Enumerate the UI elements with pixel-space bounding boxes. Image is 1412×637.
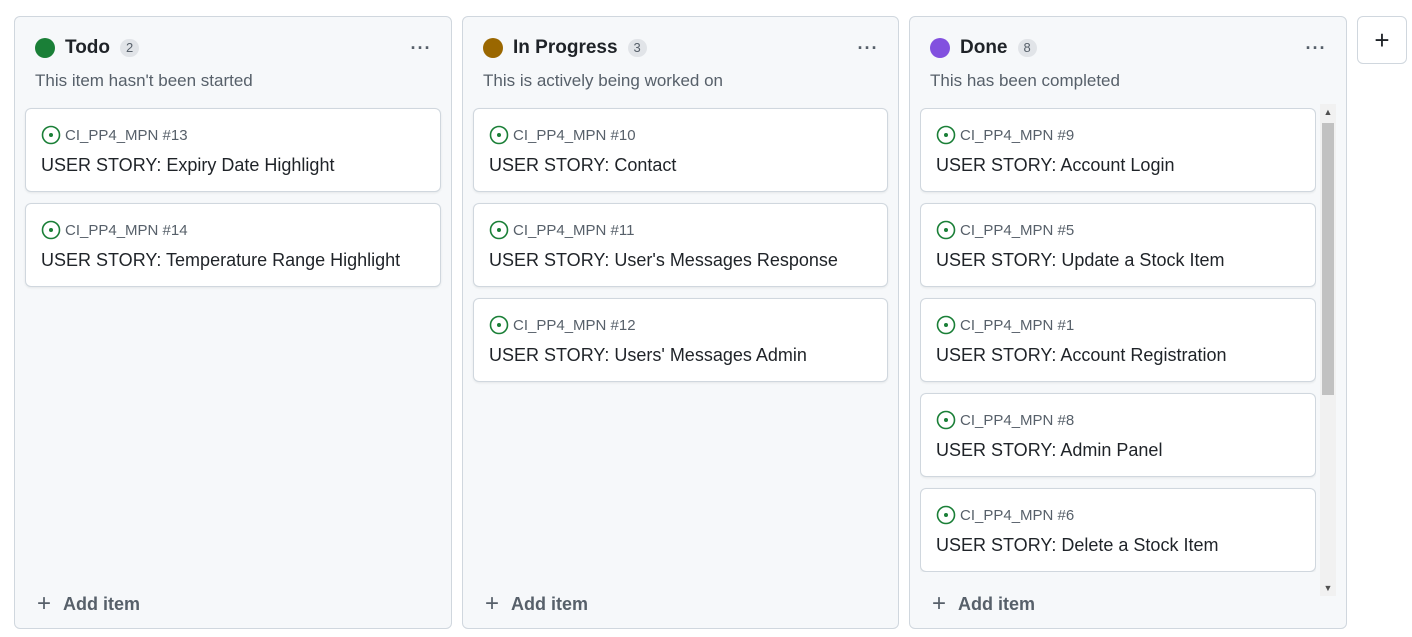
column-menu-button[interactable]: ··· [1300, 36, 1332, 60]
issue-reference: CI_PP4_MPN #5 [936, 220, 1074, 240]
issue-title[interactable]: USER STORY: User's Messages Response [489, 250, 838, 271]
add-item-button[interactable]: + Add item [485, 592, 588, 616]
issue-card[interactable]: CI_PP4_MPN #5 USER STORY: Update a Stock… [920, 203, 1316, 287]
column-menu-button[interactable]: ··· [405, 36, 437, 60]
issue-title[interactable]: USER STORY: Contact [489, 155, 676, 176]
column-done: Done 8 ··· This has been completed CI_PP… [909, 16, 1347, 629]
issue-open-icon [936, 315, 956, 335]
issue-ref-text: CI_PP4_MPN #11 [513, 221, 635, 239]
column-title: Todo [65, 37, 111, 58]
add-item-label: Add item [63, 593, 141, 614]
issue-reference: CI_PP4_MPN #9 [936, 125, 1074, 145]
card-list: CI_PP4_MPN #9 USER STORY: Account Login … [920, 108, 1316, 572]
vertical-scrollbar[interactable]: ▲ ▼ [1320, 104, 1336, 596]
issue-open-icon [489, 220, 509, 240]
add-column-button[interactable]: + [1357, 16, 1407, 64]
issue-title[interactable]: USER STORY: Temperature Range Highlight [41, 250, 400, 271]
issue-ref-text: CI_PP4_MPN #5 [960, 221, 1075, 239]
column-description: This item hasn't been started [35, 71, 253, 90]
status-dot-icon [930, 38, 950, 58]
add-item-button[interactable]: + Add item [37, 592, 140, 616]
issue-ref-text: CI_PP4_MPN #10 [513, 126, 636, 144]
issue-card[interactable]: CI_PP4_MPN #14 USER STORY: Temperature R… [25, 203, 441, 287]
column-header: Done 8 ··· [930, 33, 1332, 63]
issue-reference: CI_PP4_MPN #10 [489, 125, 636, 145]
column-todo: Todo 2 ··· This item hasn't been started… [14, 16, 452, 629]
item-count-badge: 3 [627, 39, 647, 57]
add-item-label: Add item [958, 593, 1036, 614]
issue-title[interactable]: USER STORY: Update a Stock Item [936, 250, 1224, 271]
column-title: In Progress [513, 37, 618, 58]
issue-title[interactable]: USER STORY: Account Login [936, 155, 1174, 176]
issue-reference: CI_PP4_MPN #14 [41, 220, 188, 240]
column-in-progress: In Progress 3 ··· This is actively being… [462, 16, 899, 629]
issue-reference: CI_PP4_MPN #1 [936, 315, 1074, 335]
issue-card[interactable]: CI_PP4_MPN #8 USER STORY: Admin Panel [920, 393, 1316, 477]
issue-title[interactable]: USER STORY: Admin Panel [936, 440, 1162, 461]
kebab-horizontal-icon: ··· [857, 38, 879, 58]
issue-reference: CI_PP4_MPN #8 [936, 410, 1074, 430]
card-list: CI_PP4_MPN #13 USER STORY: Expiry Date H… [25, 108, 441, 298]
issue-title[interactable]: USER STORY: Delete a Stock Item [936, 535, 1218, 556]
scroll-down-arrow-icon[interactable]: ▼ [1320, 580, 1336, 596]
issue-open-icon [936, 410, 956, 430]
issue-ref-text: CI_PP4_MPN #14 [65, 221, 188, 239]
status-dot-icon [35, 38, 55, 58]
column-title: Done [960, 37, 1008, 58]
issue-open-icon [936, 505, 956, 525]
issue-ref-text: CI_PP4_MPN #12 [513, 316, 636, 334]
issue-open-icon [41, 125, 61, 145]
issue-card[interactable]: CI_PP4_MPN #9 USER STORY: Account Login [920, 108, 1316, 192]
issue-reference: CI_PP4_MPN #13 [41, 125, 188, 145]
issue-title[interactable]: USER STORY: Users' Messages Admin [489, 345, 807, 366]
issue-card[interactable]: CI_PP4_MPN #10 USER STORY: Contact [473, 108, 888, 192]
issue-open-icon [936, 125, 956, 145]
column-menu-button[interactable]: ··· [852, 36, 884, 60]
issue-ref-text: CI_PP4_MPN #1 [960, 316, 1075, 334]
project-board: Todo 2 ··· This item hasn't been started… [0, 0, 1412, 637]
item-count-badge: 8 [1017, 39, 1037, 57]
plus-icon: + [37, 590, 52, 617]
scrollbar-thumb[interactable] [1322, 123, 1334, 395]
item-count-badge: 2 [120, 39, 140, 57]
plus-icon: + [485, 590, 500, 617]
issue-reference: CI_PP4_MPN #12 [489, 315, 636, 335]
issue-ref-text: CI_PP4_MPN #9 [960, 126, 1075, 144]
column-header: Todo 2 ··· [35, 33, 437, 63]
issue-reference: CI_PP4_MPN #6 [936, 505, 1074, 525]
card-list: CI_PP4_MPN #10 USER STORY: Contact CI_PP… [473, 108, 888, 393]
issue-title[interactable]: USER STORY: Account Registration [936, 345, 1226, 366]
column-header: In Progress 3 ··· [483, 33, 884, 63]
issue-open-icon [41, 220, 61, 240]
issue-card[interactable]: CI_PP4_MPN #6 USER STORY: Delete a Stock… [920, 488, 1316, 572]
status-dot-icon [483, 38, 503, 58]
add-item-label: Add item [511, 593, 589, 614]
add-item-button[interactable]: + Add item [932, 592, 1035, 616]
issue-card[interactable]: CI_PP4_MPN #1 USER STORY: Account Regist… [920, 298, 1316, 382]
scroll-up-arrow-icon[interactable]: ▲ [1320, 104, 1336, 120]
issue-reference: CI_PP4_MPN #11 [489, 220, 634, 240]
issue-ref-text: CI_PP4_MPN #6 [960, 506, 1075, 524]
issue-card[interactable]: CI_PP4_MPN #12 USER STORY: Users' Messag… [473, 298, 888, 382]
issue-ref-text: CI_PP4_MPN #13 [65, 126, 188, 144]
issue-open-icon [489, 315, 509, 335]
issue-title[interactable]: USER STORY: Expiry Date Highlight [41, 155, 334, 176]
issue-card[interactable]: CI_PP4_MPN #11 USER STORY: User's Messag… [473, 203, 888, 287]
plus-icon: + [932, 590, 947, 617]
kebab-horizontal-icon: ··· [410, 38, 432, 58]
issue-ref-text: CI_PP4_MPN #8 [960, 411, 1075, 429]
issue-open-icon [936, 220, 956, 240]
issue-open-icon [489, 125, 509, 145]
issue-card[interactable]: CI_PP4_MPN #13 USER STORY: Expiry Date H… [25, 108, 441, 192]
kebab-horizontal-icon: ··· [1305, 38, 1327, 58]
column-description: This has been completed [930, 71, 1120, 90]
column-description: This is actively being worked on [483, 71, 724, 90]
